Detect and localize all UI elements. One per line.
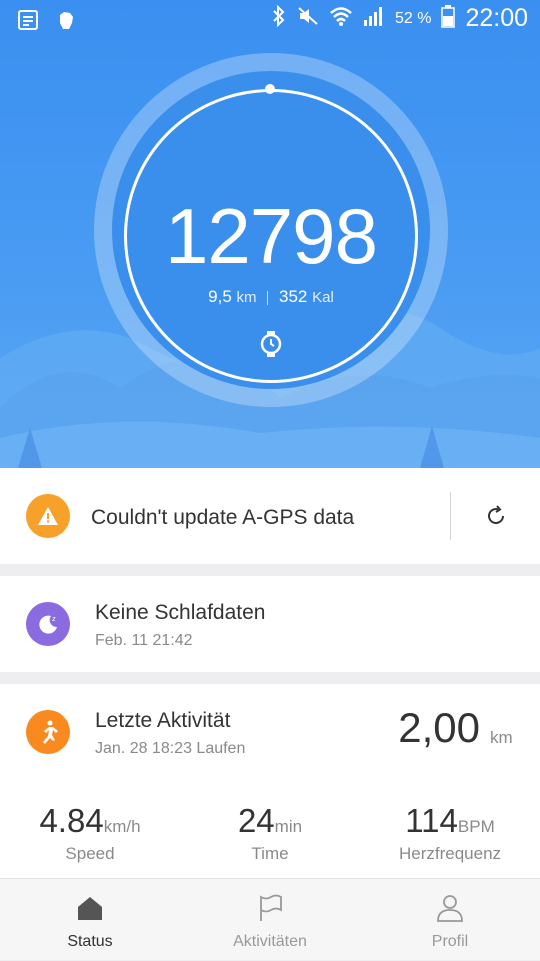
person-icon: [437, 895, 463, 922]
stat-time: 24min Time: [180, 802, 360, 864]
battery-icon: [441, 4, 456, 33]
stat-value: 24: [237, 802, 275, 839]
sleep-title: Keine Schlafdaten: [95, 601, 266, 624]
nav-profile[interactable]: Profil: [360, 879, 540, 961]
calories-unit: Kal: [312, 289, 334, 306]
flag-icon: [260, 894, 282, 921]
activity-subtitle: Jan. 28 18:23 Laufen: [95, 740, 246, 757]
clock: 22:00: [465, 4, 528, 32]
hero-panel: 52 % 22:00 12798 9,5 km 352 Kal: [0, 0, 540, 468]
home-icon: [78, 897, 102, 920]
stat-value: 4.84: [39, 802, 104, 839]
ring-indicator-dot: [265, 84, 275, 94]
bluetooth-icon: [271, 4, 287, 32]
stat-value: 114: [405, 802, 458, 839]
distance-value: 9,5: [208, 287, 232, 306]
distance-calories: 9,5 km 352 Kal: [94, 287, 448, 307]
runner-icon: [26, 710, 70, 754]
watch-icon: [260, 331, 282, 357]
activity-title: Letzte Aktivität: [95, 709, 231, 732]
wifi-icon: [329, 5, 353, 32]
stat-unit: km/h: [103, 817, 141, 836]
nav-label: Profil: [431, 933, 469, 950]
moon-icon: z: [26, 602, 70, 646]
nav-label: Aktivitäten: [233, 933, 307, 950]
step-ring[interactable]: 12798 9,5 km 352 Kal: [94, 53, 448, 407]
nav-activities[interactable]: Aktivitäten: [180, 879, 360, 961]
stat-unit: min: [274, 817, 303, 836]
signal-icon: [363, 5, 385, 32]
step-count: 12798: [165, 192, 378, 280]
stat-speed: 4.84km/h Speed: [0, 802, 180, 864]
stat-unit: BPM: [457, 817, 495, 836]
mute-icon: [297, 5, 319, 32]
activity-distance: 2,00: [398, 704, 480, 751]
stat-heart-rate: 114BPM Herzfrequenz: [360, 802, 540, 864]
notes-icon: [16, 8, 40, 32]
nav-status[interactable]: Status: [0, 879, 180, 961]
activity-card[interactable]: Letzte Aktivität Jan. 28 18:23 Laufen 2,…: [0, 684, 540, 878]
refresh-icon[interactable]: [484, 504, 508, 528]
divider: [450, 492, 451, 540]
distance-unit: km: [236, 289, 257, 306]
bottom-nav: Status Aktivitäten Profil: [0, 878, 540, 960]
activity-distance-unit: km: [490, 728, 513, 747]
agps-message: Couldn't update A-GPS data: [91, 506, 355, 529]
battery-text: 52 %: [394, 9, 432, 27]
stat-label: Herzfrequenz: [398, 844, 502, 863]
calories-value: 352: [279, 287, 308, 306]
sleep-subtitle: Feb. 11 21:42: [95, 632, 193, 649]
svg-text:z: z: [52, 615, 56, 623]
fist-icon: [54, 8, 78, 32]
sleep-card[interactable]: z Keine Schlafdaten Feb. 11 21:42: [0, 576, 540, 672]
agps-card[interactable]: Couldn't update A-GPS data: [0, 468, 540, 564]
status-bar: 52 % 22:00: [0, 0, 540, 40]
stat-label: Time: [251, 844, 289, 863]
stat-label: Speed: [65, 844, 115, 863]
warning-icon: [26, 494, 70, 538]
nav-label: Status: [67, 933, 113, 950]
